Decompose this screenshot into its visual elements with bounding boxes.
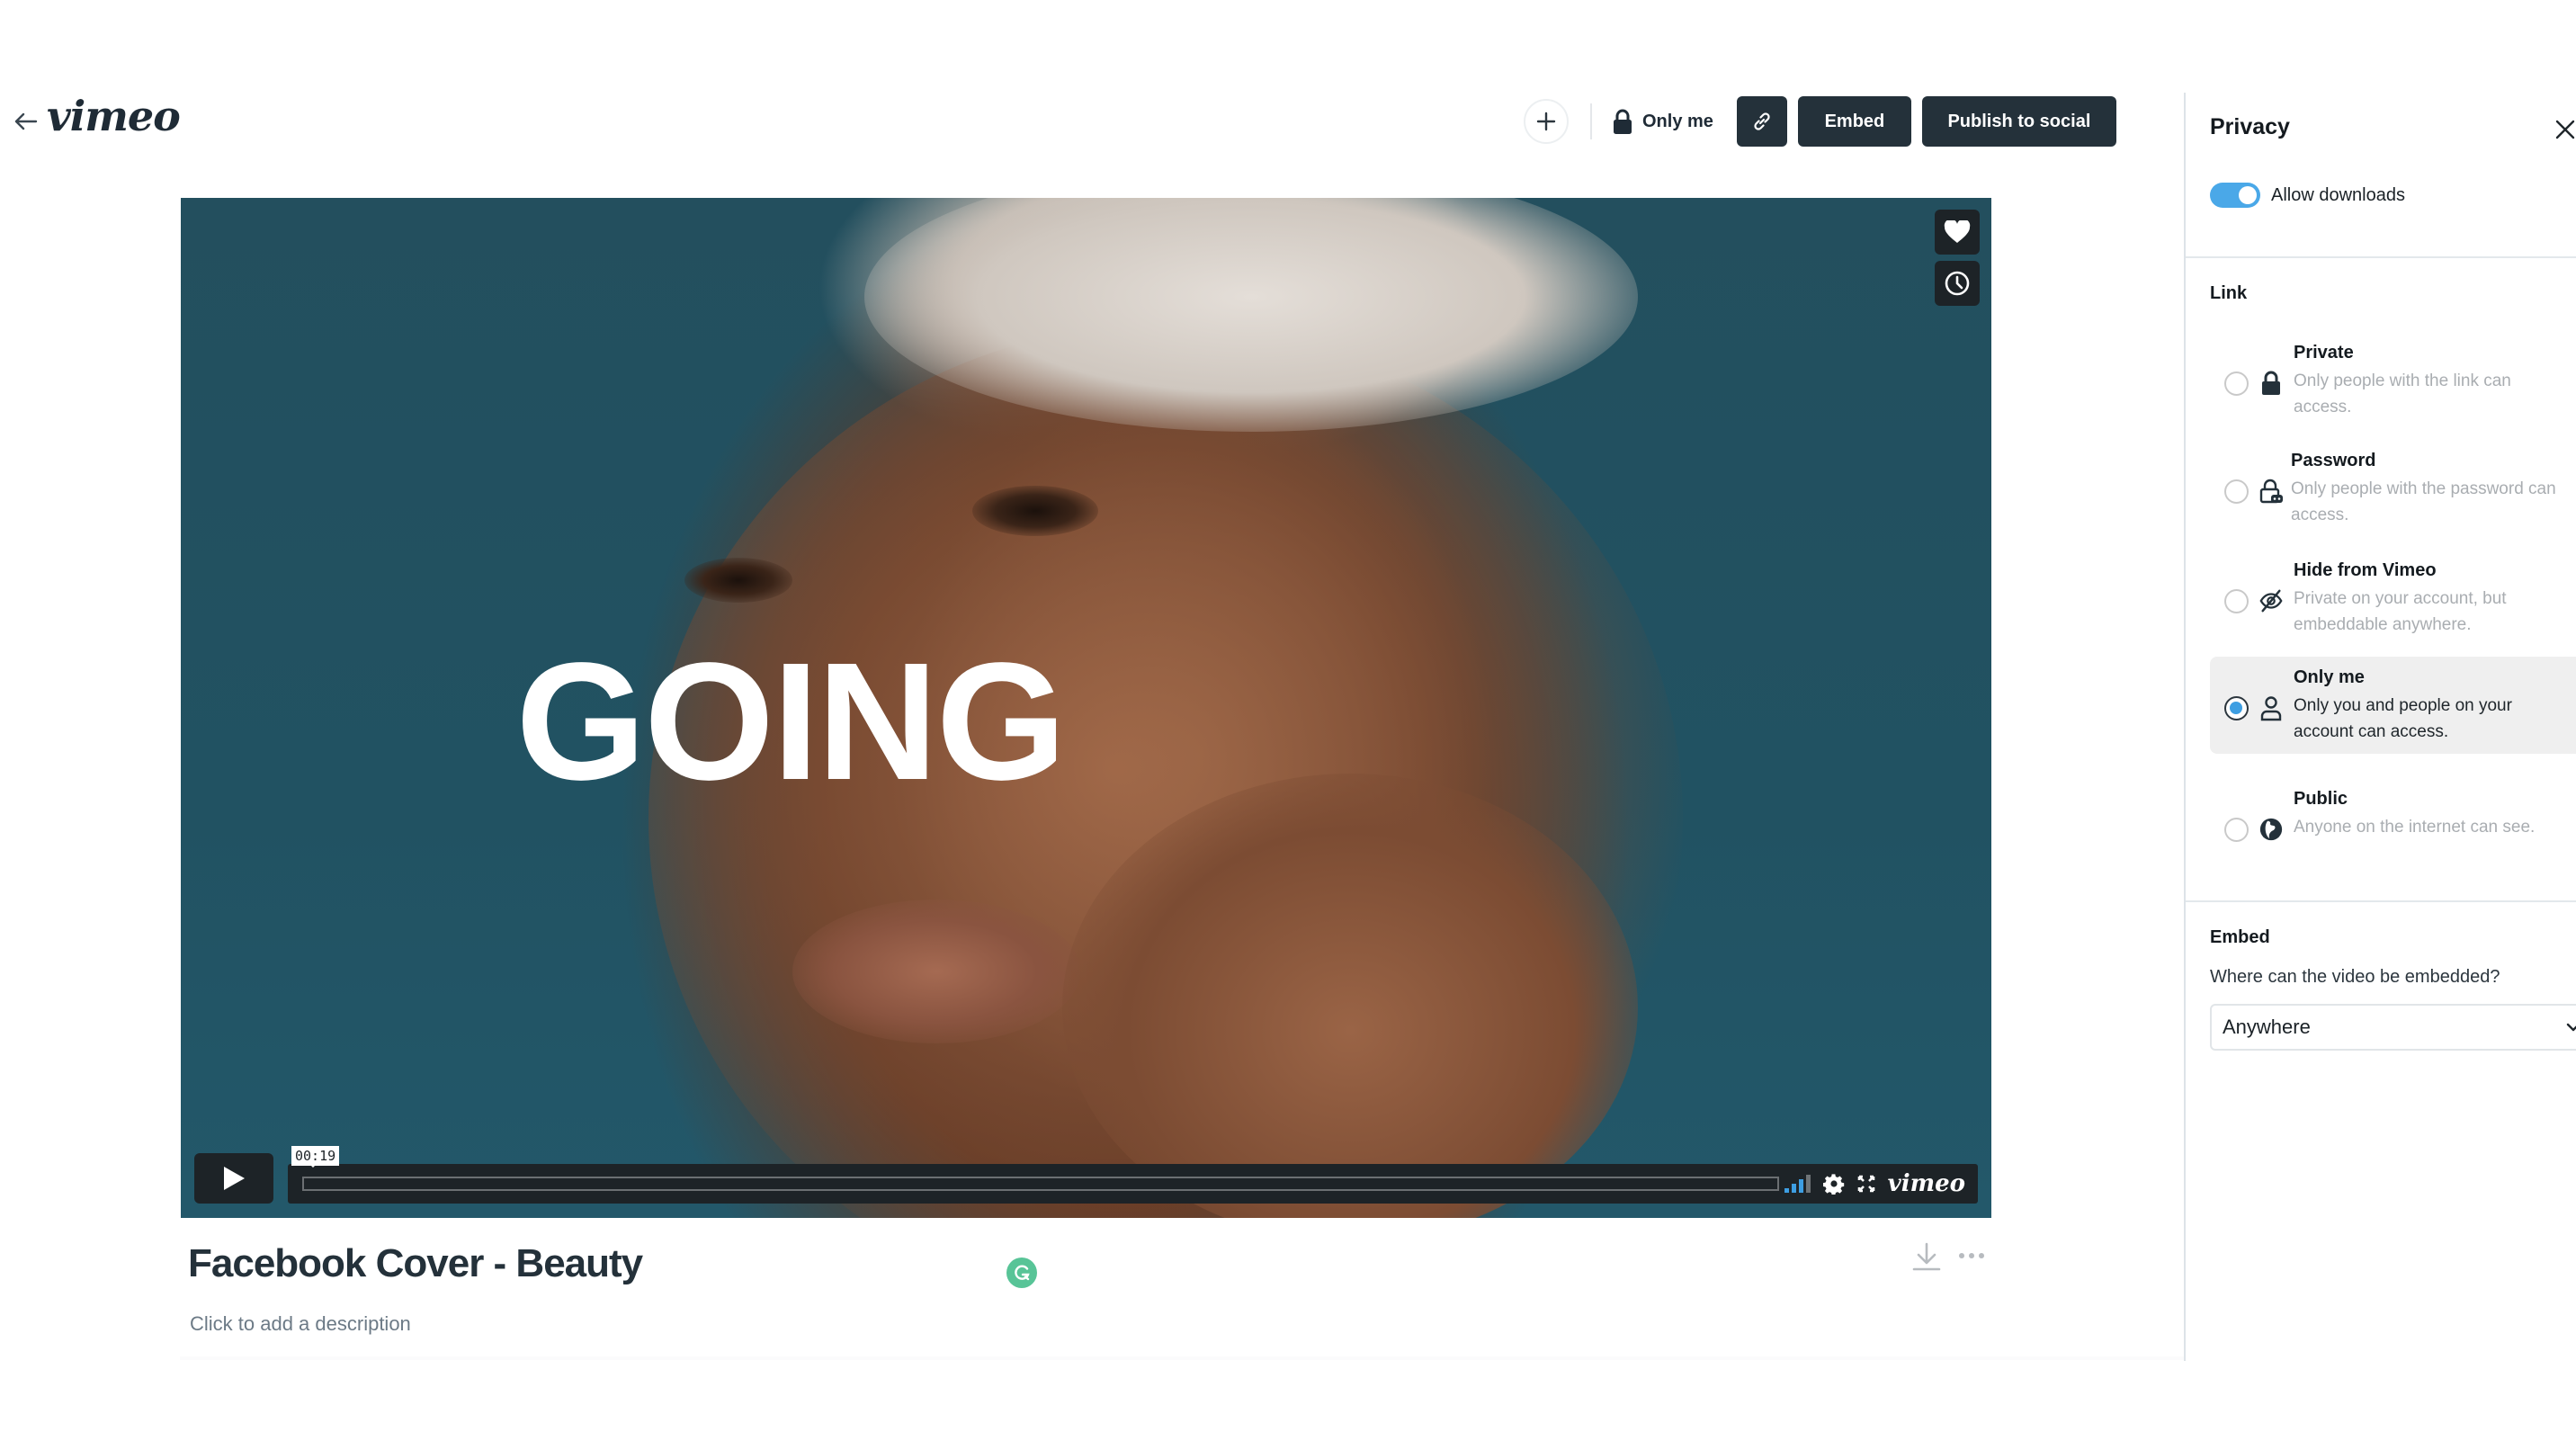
grammarly-button[interactable] bbox=[1006, 1258, 1037, 1288]
player-vimeo-logo[interactable]: vimeo bbox=[1888, 1170, 1965, 1197]
close-icon[interactable] bbox=[2552, 116, 2576, 143]
settings-gear-icon[interactable] bbox=[1822, 1173, 1845, 1195]
section-divider bbox=[2186, 256, 2576, 258]
option-description: Only people with the link can access. bbox=[2294, 371, 2511, 416]
video-title[interactable]: Facebook Cover - Beauty bbox=[188, 1241, 643, 1286]
download-icon[interactable] bbox=[1910, 1241, 1943, 1272]
content-bottom-edge bbox=[180, 1356, 2184, 1360]
privacy-option-password[interactable]: Password Only people with the password c… bbox=[2210, 440, 2576, 537]
lock-icon bbox=[2262, 371, 2280, 395]
privacy-status-label: Only me bbox=[1642, 111, 1713, 131]
radio-button[interactable] bbox=[2224, 479, 2249, 504]
play-button[interactable] bbox=[194, 1153, 273, 1204]
embed-button[interactable]: Embed bbox=[1797, 96, 1911, 147]
link-section-label: Link bbox=[2210, 283, 2248, 303]
video-frame-lips bbox=[792, 900, 1080, 1043]
fullscreen-icon[interactable] bbox=[1857, 1175, 1875, 1193]
back-arrow-icon[interactable] bbox=[11, 106, 41, 137]
play-icon bbox=[224, 1167, 245, 1190]
section-divider bbox=[2186, 900, 2576, 902]
option-name: Private bbox=[2294, 343, 2354, 362]
person-icon bbox=[2260, 696, 2282, 721]
video-frame-hand bbox=[1062, 774, 1638, 1218]
plus-icon bbox=[1536, 112, 1556, 131]
radio-button[interactable] bbox=[2224, 589, 2249, 613]
volume-bar bbox=[1791, 1184, 1796, 1193]
video-overlay-text: GOING bbox=[515, 629, 1066, 815]
volume-bar bbox=[1805, 1175, 1811, 1193]
privacy-option-public[interactable]: Public Anyone on the internet can see. bbox=[2210, 778, 2576, 875]
globe-icon bbox=[2259, 818, 2283, 841]
embed-question: Where can the video be embedded? bbox=[2210, 967, 2500, 987]
control-icons: vimeo bbox=[1784, 1169, 1965, 1198]
description-field[interactable]: Click to add a description bbox=[190, 1312, 411, 1336]
grammarly-icon bbox=[1015, 1265, 1030, 1281]
add-button[interactable] bbox=[1524, 99, 1569, 144]
privacy-option-hide-from-vimeo[interactable]: Hide from Vimeo Private on your account,… bbox=[2210, 550, 2576, 647]
like-button[interactable] bbox=[1935, 210, 1980, 255]
current-time-tooltip: 00:19 bbox=[291, 1146, 340, 1168]
volume-bar bbox=[1784, 1188, 1789, 1193]
vimeo-logo[interactable]: vimeo bbox=[47, 92, 181, 140]
lock-icon bbox=[1614, 109, 1632, 134]
watch-later-button[interactable] bbox=[1935, 261, 1980, 306]
panel-title: Privacy bbox=[2210, 114, 2290, 139]
toolbar-divider bbox=[1590, 103, 1592, 139]
volume-control[interactable] bbox=[1784, 1175, 1811, 1193]
link-icon bbox=[1754, 112, 1770, 130]
radio-button-selected[interactable] bbox=[2224, 696, 2249, 720]
embed-location-select[interactable]: Anywhere bbox=[2210, 1004, 2576, 1051]
video-frame-eye bbox=[972, 486, 1098, 536]
chevron-down-icon bbox=[2566, 1023, 2576, 1032]
heart-icon bbox=[1944, 220, 1971, 243]
progress-bar[interactable] bbox=[302, 1177, 1779, 1191]
option-description: Anyone on the internet can see. bbox=[2294, 818, 2536, 837]
publish-to-social-button[interactable]: Publish to social bbox=[1921, 96, 2116, 147]
more-options-icon[interactable] bbox=[1957, 1247, 1986, 1265]
clock-icon bbox=[1945, 271, 1970, 296]
control-bar: vimeo bbox=[288, 1164, 1978, 1204]
player-controls: vimeo 00:19 bbox=[194, 1146, 1978, 1204]
radio-button[interactable] bbox=[2224, 371, 2249, 396]
video-toolbar: Only me Embed Publish to social bbox=[1524, 96, 2116, 147]
option-name: Password bbox=[2291, 451, 2376, 470]
option-description: Only people with the password can access… bbox=[2291, 479, 2556, 524]
option-name: Public bbox=[2294, 789, 2348, 809]
copy-link-button[interactable] bbox=[1736, 96, 1787, 147]
eye-off-icon bbox=[2259, 589, 2283, 613]
allow-downloads-row: Allow downloads bbox=[2210, 183, 2405, 208]
option-name: Only me bbox=[2294, 667, 2365, 687]
video-frame-eye bbox=[684, 558, 792, 603]
privacy-option-private[interactable]: Private Only people with the link can ac… bbox=[2210, 332, 2576, 429]
embed-section-label: Embed bbox=[2210, 927, 2270, 947]
radio-button[interactable] bbox=[2224, 818, 2249, 842]
option-description: Private on your account, but embeddable … bbox=[2294, 589, 2507, 634]
allow-downloads-label: Allow downloads bbox=[2271, 184, 2405, 205]
privacy-status-button[interactable]: Only me bbox=[1612, 108, 1713, 135]
allow-downloads-toggle[interactable] bbox=[2210, 183, 2260, 208]
option-name: Hide from Vimeo bbox=[2294, 560, 2437, 580]
privacy-panel: Privacy Allow downloads Link Private Onl… bbox=[2184, 93, 2576, 1361]
password-lock-icon bbox=[2259, 479, 2283, 504]
volume-bar bbox=[1798, 1179, 1803, 1193]
embed-location-value: Anywhere bbox=[2223, 1016, 2311, 1038]
option-description: Only you and people on your account can … bbox=[2294, 696, 2512, 741]
privacy-option-only-me[interactable]: Only me Only you and people on your acco… bbox=[2210, 657, 2576, 754]
video-player[interactable]: GOING vimeo 00:19 bbox=[181, 198, 1991, 1218]
